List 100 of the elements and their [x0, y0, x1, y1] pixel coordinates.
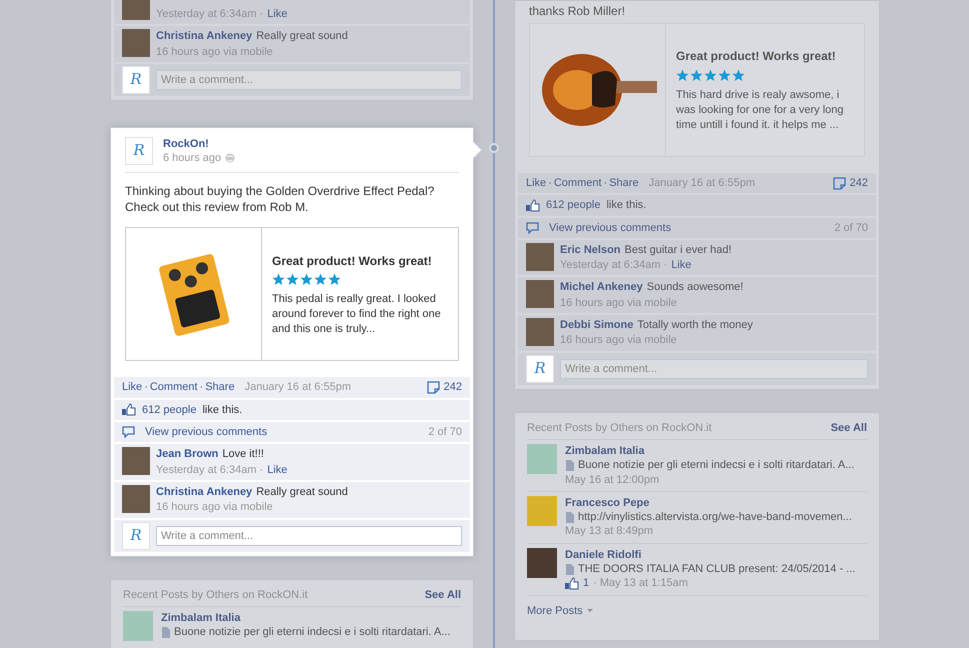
caret-icon — [586, 609, 593, 612]
thumbs-up-icon — [526, 198, 540, 212]
likes-link[interactable]: 612 people — [546, 198, 600, 213]
comment-count[interactable]: 242 — [444, 380, 462, 395]
like-link[interactable]: Like — [267, 462, 288, 477]
post-time: 6 hours ago — [163, 151, 222, 166]
comment-field[interactable]: Write a comment... — [560, 358, 868, 379]
commenter-link[interactable]: Debbi Simone — [560, 318, 634, 332]
comment-meta: 16 hours ago via mobile — [560, 296, 677, 310]
thumbs-up-icon — [122, 403, 136, 416]
avatar-photo-placeholder — [122, 484, 150, 513]
review-text: This hard drive is realy awsome, i was looking for one for a very long time untill i found it. it helps me ... — [676, 88, 845, 133]
comment-field[interactable]: Write a comment... — [156, 526, 462, 546]
poster-link[interactable]: Zimbalam Italia — [161, 610, 450, 626]
commenter-link[interactable]: Eric Nelson — [560, 242, 621, 258]
star-icon — [676, 68, 689, 82]
poster-link[interactable]: Francesco Pepe — [565, 496, 852, 510]
commenter-link[interactable]: Jean Brown — [156, 447, 218, 462]
speech-bubble-icon — [526, 222, 539, 234]
action-link[interactable]: Like — [122, 380, 142, 395]
thumbnail-photo-placeholder — [527, 496, 557, 526]
poster-link[interactable]: Zimbalam Italia — [565, 444, 854, 458]
page-logo: R — [125, 137, 153, 166]
thumbnail-photo-placeholder — [527, 548, 557, 578]
action-link[interactable]: Share — [205, 380, 235, 395]
comment-meta: Yesterday at 6:34am · — [156, 462, 264, 477]
review-text: This pedal is really great. I looked around forever to find the right one and this one is truly... — [272, 292, 442, 338]
star-icon — [300, 273, 313, 286]
comment-meta: 16 hours ago via mobile — [560, 333, 677, 348]
avatar-photo-placeholder — [526, 280, 554, 308]
star-icon — [704, 68, 717, 82]
post-excerpt: Buone notizie per gli eterni indecsi e i solti ritardatari. A... — [174, 625, 450, 640]
see-all-link[interactable]: See All — [424, 588, 461, 602]
speech-bubble-icon — [122, 426, 135, 438]
comment-text: Best guitar i ever had! — [624, 242, 732, 258]
separator-dot: · — [548, 176, 552, 190]
review-title: Great product! Works great! — [676, 49, 837, 65]
comment-meta: 16 hours ago via mobile — [156, 44, 273, 59]
star-icon — [732, 68, 745, 82]
comment-text: Really great sound — [256, 29, 348, 44]
star-icon — [286, 273, 299, 286]
comment-meta: Yesterday at 6:34am · — [156, 7, 264, 22]
comment-text: Love it!!! — [222, 447, 264, 462]
page-logo: R — [122, 522, 150, 550]
like-link[interactable]: Like — [267, 7, 288, 22]
post-message: Thinking about buying the Golden Overdrive Effect Pedal? Check out this review from Rob M. — [124, 183, 436, 216]
comment-page-count: 2 of 70 — [834, 220, 868, 235]
action-link[interactable]: Comment — [554, 176, 602, 190]
comment-count-icon — [832, 176, 846, 190]
thumbs-up-icon — [565, 576, 579, 590]
see-all-link[interactable]: See All — [830, 420, 867, 435]
document-icon — [161, 626, 170, 638]
post-date: January 16 at 6:55pm — [244, 380, 351, 395]
document-icon — [565, 512, 574, 523]
comment-text: Totally worth the money — [637, 318, 753, 332]
avatar-photo-placeholder — [122, 29, 150, 58]
star-icon — [328, 273, 341, 286]
star-icon — [718, 68, 731, 82]
post-excerpt: http://vinylistics.altervista.org/we-have-band-movemen... — [578, 510, 852, 524]
view-previous-link[interactable]: View previous comments — [549, 220, 672, 235]
post-date: · May 13 at 1:15am — [593, 576, 688, 591]
post-excerpt: Buone notizie per gli eterni indecsi e i solti ritardatari. A... — [578, 458, 854, 473]
post-date: January 16 at 6:55pm — [648, 176, 755, 190]
likes-label: like this. — [606, 198, 646, 213]
comment-text: Really great sound — [256, 484, 348, 500]
action-link[interactable]: Like — [526, 176, 546, 190]
post-excerpt: THE DOORS ITALIA FAN CLUB present: 24/05/2014 - ... — [578, 562, 856, 576]
comment-count[interactable]: 242 — [850, 176, 868, 190]
comment-meta: Yesterday at 6:34am · — [560, 258, 668, 272]
commenter-link[interactable]: Christina Ankeney — [156, 29, 252, 44]
avatar-photo-placeholder — [526, 318, 554, 346]
comment-count-icon — [426, 381, 440, 394]
page-logo: R — [526, 354, 554, 383]
globe-icon — [225, 153, 236, 164]
avatar-photo-placeholder — [122, 447, 150, 476]
like-link[interactable]: Like — [671, 258, 692, 272]
page-logo: R — [122, 66, 150, 94]
document-icon — [565, 460, 574, 471]
avatar-photo-placeholder — [526, 242, 554, 271]
thumbnail-photo-placeholder — [527, 444, 557, 474]
section-title: Recent Posts by Others on RockON.it — [123, 588, 308, 602]
action-link[interactable]: Share — [609, 176, 639, 190]
post-message: thanks Rob Miller! — [528, 3, 626, 19]
star-icon — [314, 273, 327, 286]
star-icon — [690, 68, 703, 82]
action-link[interactable]: Comment — [150, 380, 198, 395]
view-previous-link[interactable]: View previous comments — [145, 425, 268, 440]
comment-text: Sounds aowesome! — [646, 280, 744, 295]
more-posts-link[interactable]: More Posts — [527, 604, 583, 618]
author-link[interactable]: RockOn! — [163, 136, 236, 152]
avatar-photo-placeholder — [122, 0, 150, 20]
comment-field[interactable]: Write a comment... — [156, 70, 462, 90]
separator-dot: · — [604, 176, 608, 190]
thumbnail-photo-placeholder — [123, 610, 153, 641]
commenter-link[interactable]: Michel Ankeney — [560, 280, 643, 295]
likes-link[interactable]: 612 people — [142, 402, 196, 418]
poster-link[interactable]: Daniele Ridolfi — [565, 548, 856, 562]
likes-label: like this. — [202, 402, 242, 418]
separator-dot: · — [144, 380, 148, 395]
commenter-link[interactable]: Christina Ankeney — [156, 484, 252, 500]
